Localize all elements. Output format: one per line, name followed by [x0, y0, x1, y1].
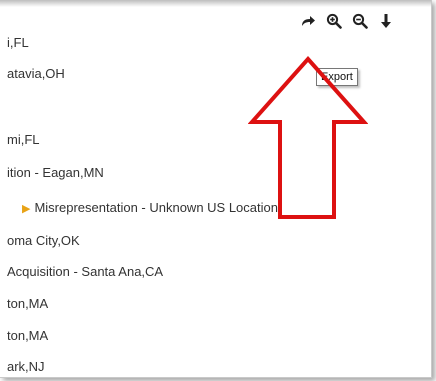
- zoom-out-icon: [352, 13, 368, 29]
- share-arrow-icon: [302, 15, 315, 26]
- zoom-in-icon: [326, 13, 342, 29]
- zoom-in-button[interactable]: [323, 10, 345, 31]
- list-item[interactable]: ton,MA: [7, 328, 48, 343]
- zoom-out-button[interactable]: [349, 10, 371, 31]
- toolbar: [297, 10, 397, 31]
- list-item[interactable]: ition - Eagan,MN: [7, 165, 104, 180]
- list-item[interactable]: oma City,OK: [7, 233, 80, 248]
- list-item[interactable]: Acquisition - Santa Ana,CA: [7, 264, 163, 279]
- expand-triangle-icon[interactable]: ▶: [22, 203, 30, 215]
- share-button[interactable]: [297, 10, 319, 31]
- list-item[interactable]: i,FL: [7, 35, 29, 50]
- list-item-expandable[interactable]: ▶ Misrepresentation - Unknown US Location: [22, 200, 278, 215]
- list-item[interactable]: ark,NJ: [7, 359, 45, 374]
- download-icon: [381, 13, 391, 28]
- list-item[interactable]: mi,FL: [7, 132, 40, 147]
- tree-list-panel: i,FL atavia,OH mi,FL ition - Eagan,MN ▶ M…: [0, 0, 432, 378]
- download-button[interactable]: [375, 10, 397, 31]
- up-arrow-annotation: [248, 56, 368, 219]
- list-item[interactable]: ton,MA: [7, 296, 48, 311]
- list-item[interactable]: atavia,OH: [7, 66, 65, 81]
